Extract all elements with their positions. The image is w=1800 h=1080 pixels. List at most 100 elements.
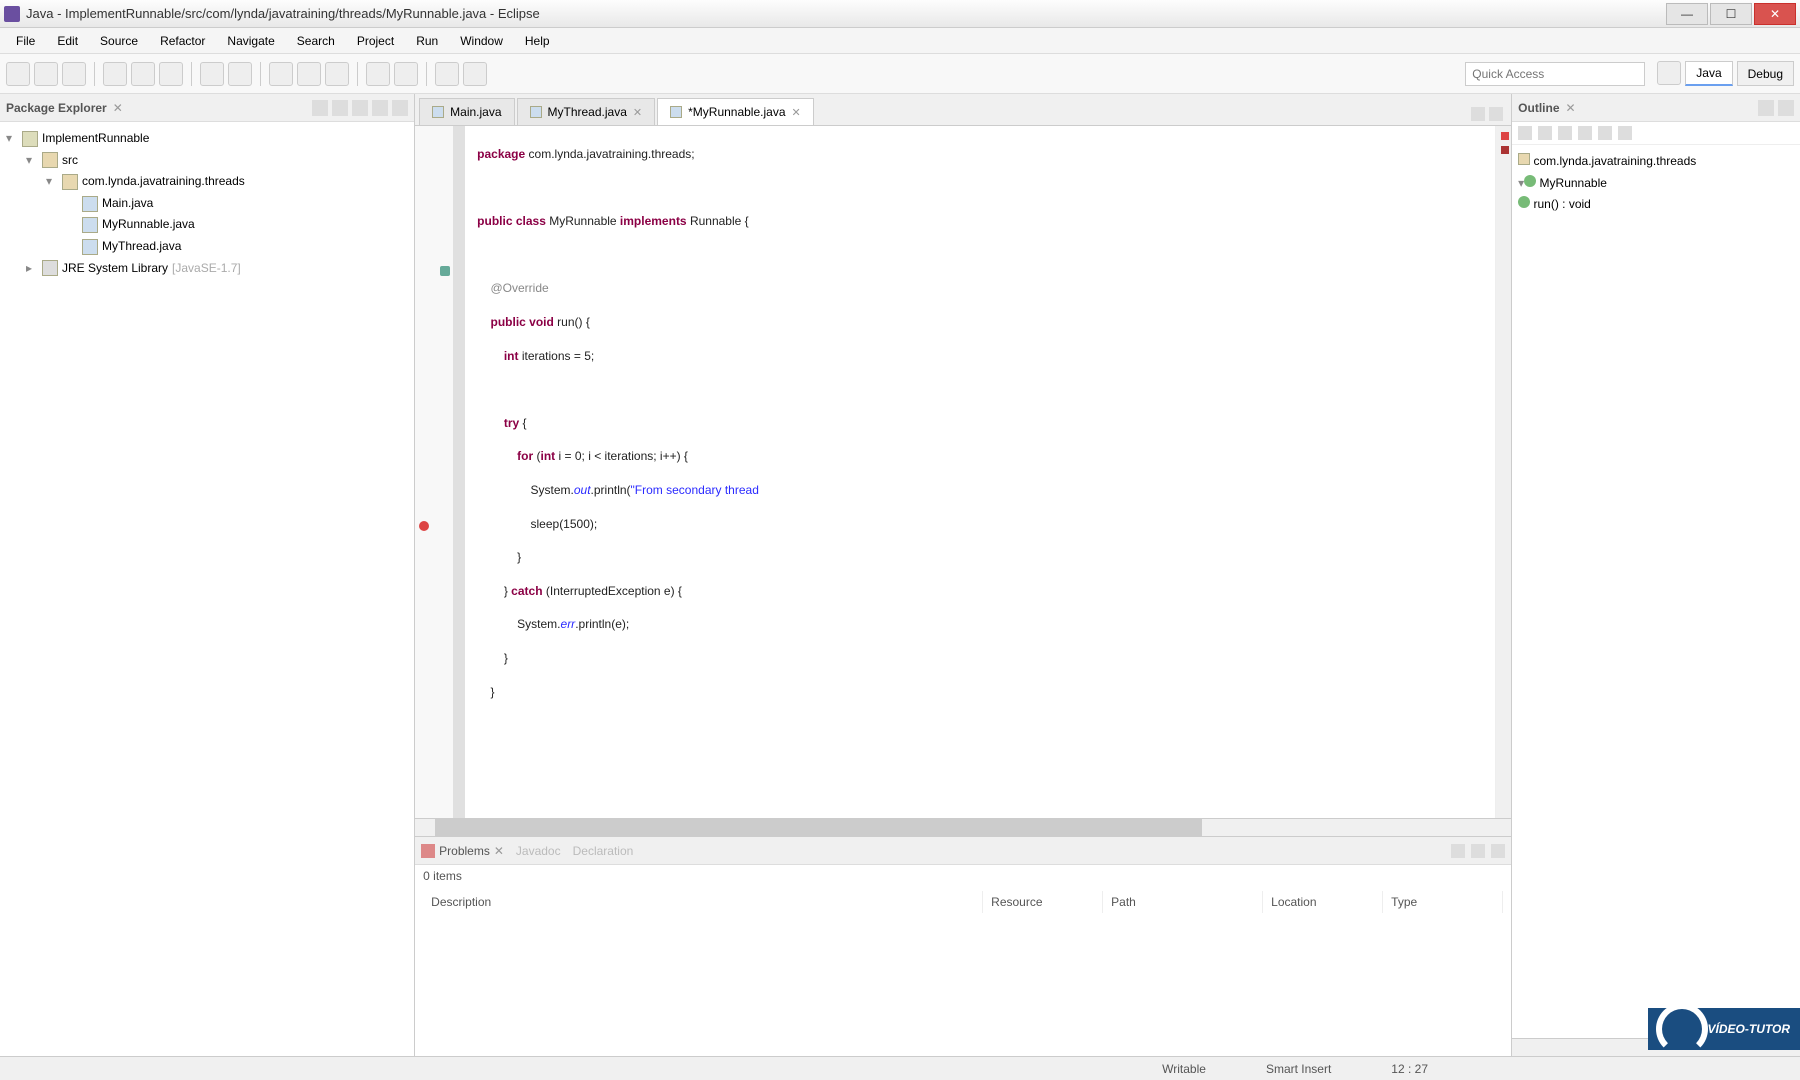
editor-tab-active[interactable]: *MyRunnable.java✕	[657, 98, 814, 125]
col-resource[interactable]: Resource	[983, 891, 1103, 913]
package-explorer-header: Package Explorer ✕	[0, 94, 414, 122]
minimize-button[interactable]: —	[1666, 3, 1708, 25]
sort-icon[interactable]	[1518, 126, 1532, 140]
annotate-icon[interactable]	[325, 62, 349, 86]
menu-navigate[interactable]: Navigate	[217, 30, 284, 52]
menu-project[interactable]: Project	[347, 30, 404, 52]
menu-file[interactable]: File	[6, 30, 45, 52]
menu-run[interactable]: Run	[406, 30, 448, 52]
overview-ruler[interactable]	[1495, 126, 1511, 818]
minimize-view-icon[interactable]	[372, 100, 388, 116]
javadoc-tab[interactable]: Javadoc	[516, 844, 561, 858]
problems-tab[interactable]: Problems✕	[421, 844, 504, 858]
separator	[191, 62, 192, 86]
outline-view: Outline ✕ com.lynda.javatraining.threads…	[1511, 94, 1800, 1056]
menu-source[interactable]: Source	[90, 30, 148, 52]
close-button[interactable]: ✕	[1754, 3, 1796, 25]
editor-tab[interactable]: Main.java	[419, 98, 514, 125]
debug-icon[interactable]	[103, 62, 127, 86]
hide-static-icon[interactable]	[1558, 126, 1572, 140]
separator	[94, 62, 95, 86]
maximize-view-icon[interactable]	[392, 100, 408, 116]
link-editor-icon[interactable]	[332, 100, 348, 116]
error-overview-icon[interactable]	[1501, 132, 1509, 140]
collapse-all-icon[interactable]	[312, 100, 328, 116]
close-view-icon[interactable]: ✕	[113, 101, 123, 115]
menu-edit[interactable]: Edit	[47, 30, 88, 52]
maximize-view-icon[interactable]	[1778, 100, 1794, 116]
perspective-switcher: Java Debug	[1657, 61, 1794, 86]
menu-refactor[interactable]: Refactor	[150, 30, 215, 52]
run-icon[interactable]	[131, 62, 155, 86]
package-explorer-view: Package Explorer ✕ ▾ImplementRunnable ▾s…	[0, 94, 415, 1056]
maximize-editor-icon[interactable]	[1489, 107, 1503, 121]
perspective-java[interactable]: Java	[1685, 61, 1732, 86]
open-type-icon[interactable]	[269, 62, 293, 86]
eclipse-icon	[4, 6, 20, 22]
override-marker-icon[interactable]	[440, 266, 450, 276]
new-icon[interactable]	[6, 62, 30, 86]
toggle-icon[interactable]	[366, 62, 390, 86]
outline-method[interactable]: run() : void	[1518, 194, 1794, 216]
save-icon[interactable]	[34, 62, 58, 86]
status-insert: Smart Insert	[1266, 1062, 1331, 1076]
declaration-tab[interactable]: Declaration	[573, 844, 634, 858]
separator	[357, 62, 358, 86]
project-node[interactable]: ▾ImplementRunnable	[6, 128, 408, 150]
menu-window[interactable]: Window	[450, 30, 513, 52]
title-bar: Java - ImplementRunnable/src/com/lynda/j…	[0, 0, 1800, 28]
close-tab-icon[interactable]: ✕	[792, 106, 801, 119]
perspective-debug[interactable]: Debug	[1737, 61, 1794, 86]
focus-icon[interactable]	[1618, 126, 1632, 140]
pin-icon[interactable]	[394, 62, 418, 86]
minimize-panel-icon[interactable]	[1471, 844, 1485, 858]
outline-package[interactable]: com.lynda.javatraining.threads	[1518, 151, 1794, 173]
nav-back-icon[interactable]	[435, 62, 459, 86]
search-icon[interactable]	[297, 62, 321, 86]
col-description[interactable]: Description	[423, 891, 983, 913]
file-node[interactable]: Main.java	[6, 193, 408, 215]
package-node[interactable]: ▾com.lynda.javatraining.threads	[6, 171, 408, 193]
close-tab-icon[interactable]: ✕	[633, 106, 642, 119]
hide-nonpublic-icon[interactable]	[1578, 126, 1592, 140]
maximize-button[interactable]: ☐	[1710, 3, 1752, 25]
editor-tab[interactable]: MyThread.java✕	[517, 98, 656, 125]
code-content[interactable]: package com.lynda.javatraining.threads; …	[465, 126, 1495, 818]
file-node[interactable]: MyRunnable.java	[6, 214, 408, 236]
outline-class[interactable]: ▾ MyRunnable	[1518, 173, 1794, 195]
hide-local-icon[interactable]	[1598, 126, 1612, 140]
new-package-icon[interactable]	[200, 62, 224, 86]
col-location[interactable]: Location	[1263, 891, 1383, 913]
error-overview-icon[interactable]	[1501, 146, 1509, 154]
status-position: 12 : 27	[1391, 1062, 1428, 1076]
error-marker-icon[interactable]	[419, 521, 429, 531]
bottom-panel: Problems✕ Javadoc Declaration 0 items De…	[415, 836, 1511, 1056]
view-toolbar	[312, 100, 408, 116]
new-class-icon[interactable]	[228, 62, 252, 86]
jre-library-node[interactable]: ▸JRE System Library [JavaSE-1.7]	[6, 258, 408, 280]
editor-area: Main.java MyThread.java✕ *MyRunnable.jav…	[415, 94, 1511, 1056]
col-path[interactable]: Path	[1103, 891, 1263, 913]
open-perspective-icon[interactable]	[1657, 61, 1681, 85]
file-node[interactable]: MyThread.java	[6, 236, 408, 258]
horizontal-scrollbar[interactable]	[415, 818, 1511, 836]
col-type[interactable]: Type	[1383, 891, 1503, 913]
src-folder-node[interactable]: ▾src	[6, 150, 408, 172]
quick-access-input[interactable]	[1465, 62, 1645, 86]
close-view-icon[interactable]: ✕	[1566, 101, 1576, 115]
view-menu-icon[interactable]	[352, 100, 368, 116]
menu-help[interactable]: Help	[515, 30, 560, 52]
status-writable: Writable	[1162, 1062, 1206, 1076]
video-watermark: VÍDEO-TUTOR	[1648, 1008, 1800, 1050]
minimize-editor-icon[interactable]	[1471, 107, 1485, 121]
code-editor[interactable]: package com.lynda.javatraining.threads; …	[415, 126, 1511, 818]
save-all-icon[interactable]	[62, 62, 86, 86]
maximize-panel-icon[interactable]	[1491, 844, 1505, 858]
nav-fwd-icon[interactable]	[463, 62, 487, 86]
hide-fields-icon[interactable]	[1538, 126, 1552, 140]
menu-search[interactable]: Search	[287, 30, 345, 52]
minimize-view-icon[interactable]	[1758, 100, 1774, 116]
view-menu-icon[interactable]	[1451, 844, 1465, 858]
separator	[260, 62, 261, 86]
ext-tools-icon[interactable]	[159, 62, 183, 86]
